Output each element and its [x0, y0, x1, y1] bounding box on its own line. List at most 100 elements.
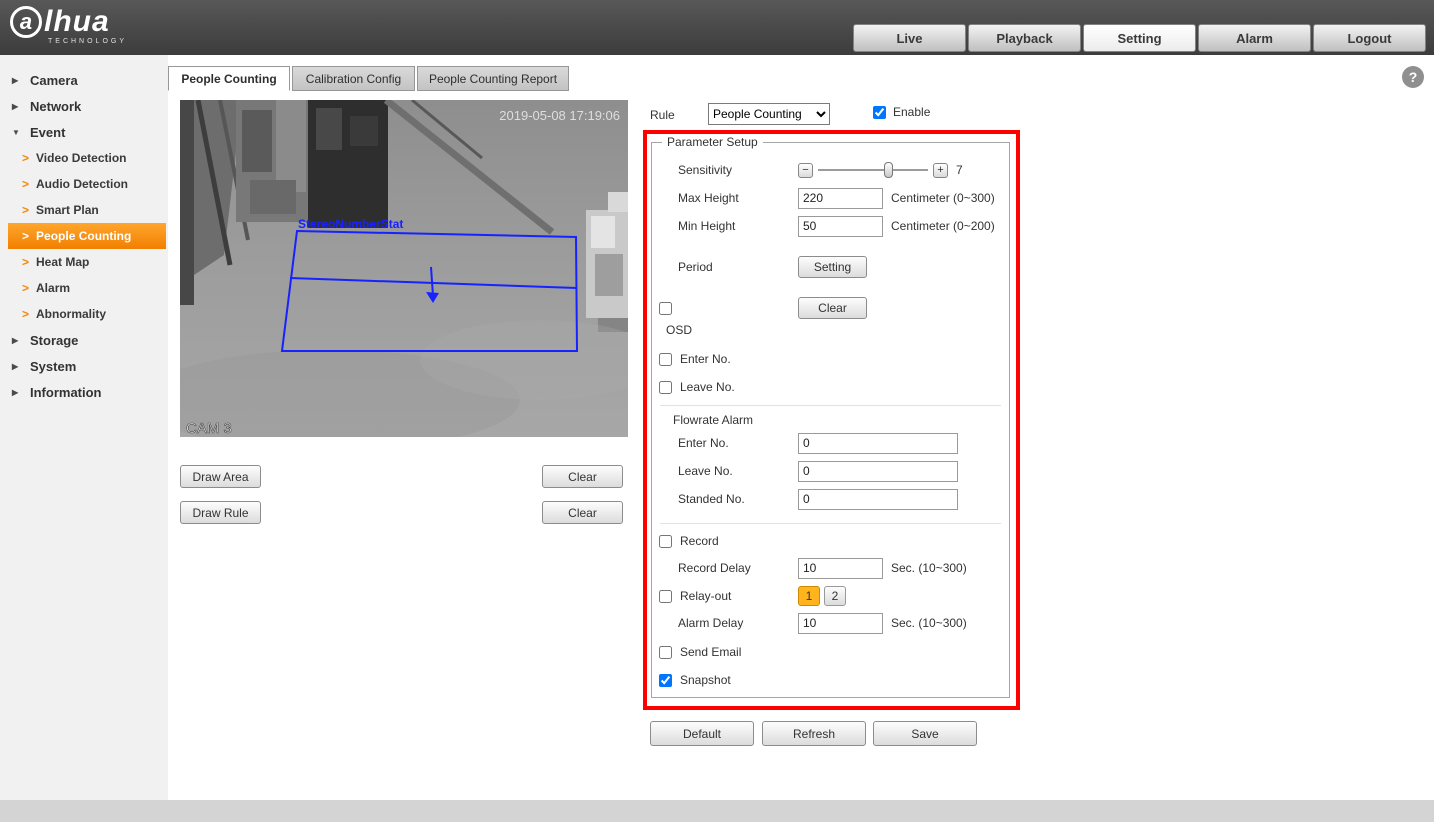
alarm-delay-input[interactable]	[798, 612, 883, 634]
chevron-right-icon: >	[22, 229, 30, 243]
leave-no-label: Leave No.	[680, 380, 735, 394]
osd-leave-no-row: Leave No.	[652, 373, 1009, 401]
sidebar-label: People Counting	[36, 229, 132, 243]
clear-rule-button[interactable]: Clear	[542, 501, 623, 524]
flow-leave-row: Leave No.	[652, 459, 1009, 483]
sidebar-item-camera[interactable]: ▶ Camera	[0, 67, 168, 93]
send-email-checkbox[interactable]	[659, 645, 672, 659]
osd-checkbox[interactable]	[659, 301, 672, 315]
alarm-delay-row: Alarm Delay Sec. (10~300)	[652, 609, 1009, 637]
video-timestamp: 2019-05-08 17:19:06	[499, 108, 620, 123]
arrow-down-icon: ▼	[12, 127, 20, 137]
flow-leave-input[interactable]	[798, 460, 958, 482]
draw-rule-button[interactable]: Draw Rule	[180, 501, 261, 524]
flow-standed-row: Standed No.	[652, 487, 1009, 511]
snapshot-checkbox[interactable]	[659, 673, 672, 687]
osd-label: OSD	[666, 323, 693, 337]
arrow-right-icon: ▶	[12, 75, 19, 85]
sensitivity-row: Sensitivity − + 7	[652, 156, 1009, 184]
flow-enter-input[interactable]	[798, 432, 958, 454]
slider-track[interactable]	[818, 162, 928, 178]
slider-plus-button[interactable]: +	[933, 162, 948, 178]
nav-logout-button[interactable]: Logout	[1313, 24, 1426, 52]
refresh-button[interactable]: Refresh	[762, 721, 866, 746]
save-button[interactable]: Save	[873, 721, 977, 746]
default-button[interactable]: Default	[650, 721, 754, 746]
sidebar-label: Alarm	[36, 281, 71, 295]
chevron-right-icon: >	[22, 255, 30, 269]
record-checkbox[interactable]	[659, 534, 672, 548]
relay-out-row: Relay-out 1 2	[652, 582, 1009, 610]
logo-subtext: TECHNOLOGY	[48, 38, 128, 45]
tab-people-counting-report[interactable]: People Counting Report	[417, 66, 569, 91]
chevron-right-icon: >	[22, 281, 30, 295]
top-header: a lhua TECHNOLOGY Live Playback Setting …	[0, 0, 1434, 55]
sidebar-label: Heat Map	[36, 255, 90, 269]
osd-label-row: OSD	[652, 319, 1009, 341]
tab-calibration-config[interactable]: Calibration Config	[292, 66, 415, 91]
osd-clear-button[interactable]: Clear	[798, 297, 867, 319]
enable-label: Enable	[893, 105, 931, 119]
live-video[interactable]: StereoNumberStat 2019-05-08 17:19:06 CAM…	[180, 100, 628, 437]
max-height-label: Max Height	[678, 191, 739, 205]
max-height-input[interactable]	[798, 187, 883, 209]
nav-alarm-button[interactable]: Alarm	[1198, 24, 1311, 52]
flow-standed-input[interactable]	[798, 488, 958, 510]
sidebar-label: System	[30, 358, 77, 374]
help-icon[interactable]: ?	[1402, 66, 1424, 88]
sensitivity-value: 7	[956, 163, 963, 177]
record-delay-input[interactable]	[798, 557, 883, 579]
sidebar-item-smart-plan[interactable]: > Smart Plan	[0, 197, 168, 223]
sidebar-item-event[interactable]: ▼ Event	[0, 119, 168, 145]
slider-minus-button[interactable]: −	[798, 162, 813, 178]
relay-2-button[interactable]: 2	[824, 586, 846, 606]
sidebar-item-heat-map[interactable]: > Heat Map	[0, 249, 168, 275]
sidebar-label: Smart Plan	[36, 203, 99, 217]
nav-live-button[interactable]: Live	[853, 24, 966, 52]
sidebar-item-network[interactable]: ▶ Network	[0, 93, 168, 119]
parameter-setup-fieldset: Parameter Setup Sensitivity − + 7 Max He…	[651, 135, 1010, 698]
main-content: People Counting Calibration Config Peopl…	[168, 55, 1434, 800]
sidebar-item-system[interactable]: ▶ System	[0, 353, 168, 379]
min-height-label: Min Height	[678, 219, 736, 233]
enter-no-checkbox[interactable]	[659, 352, 672, 366]
min-height-unit: Centimeter (0~200)	[891, 219, 995, 233]
sidebar-item-storage[interactable]: ▶ Storage	[0, 327, 168, 353]
min-height-input[interactable]	[798, 215, 883, 237]
enable-checkbox[interactable]	[873, 105, 886, 119]
sidebar-item-alarm[interactable]: > Alarm	[0, 275, 168, 301]
camera-name-label: CAM 3	[186, 420, 232, 437]
relay-out-checkbox[interactable]	[659, 589, 672, 603]
sidebar-item-people-counting[interactable]: > People Counting	[8, 223, 166, 249]
parameter-setup-legend: Parameter Setup	[662, 135, 763, 149]
arrow-right-icon: ▶	[12, 335, 19, 345]
sidebar-item-abnormality[interactable]: > Abnormality	[0, 301, 168, 327]
rule-select[interactable]: People Counting	[708, 103, 830, 125]
sidebar-label: Information	[30, 384, 102, 400]
alarm-delay-label: Alarm Delay	[678, 616, 744, 630]
sidebar-label: Network	[30, 98, 82, 114]
min-height-row: Min Height Centimeter (0~200)	[652, 212, 1009, 240]
clear-area-button[interactable]: Clear	[542, 465, 623, 488]
enter-no-label: Enter No.	[680, 352, 731, 366]
flow-standed-label: Standed No.	[678, 492, 745, 506]
sidebar-item-information[interactable]: ▶ Information	[0, 379, 168, 405]
leave-no-checkbox[interactable]	[659, 380, 672, 394]
sidebar-item-audio-detection[interactable]: > Audio Detection	[0, 171, 168, 197]
chevron-right-icon: >	[22, 203, 30, 217]
sidebar-item-video-detection[interactable]: > Video Detection	[0, 145, 168, 171]
period-setting-button[interactable]: Setting	[798, 256, 867, 278]
relay-1-button[interactable]: 1	[798, 586, 820, 606]
flow-enter-row: Enter No.	[652, 431, 1009, 455]
nav-playback-button[interactable]: Playback	[968, 24, 1081, 52]
arrow-right-icon: ▶	[12, 101, 19, 111]
nav-setting-button[interactable]: Setting	[1083, 24, 1196, 52]
tab-people-counting[interactable]: People Counting	[168, 66, 290, 91]
osd-enter-no-row: Enter No.	[652, 345, 1009, 373]
slider-handle[interactable]	[884, 162, 893, 178]
sidebar: ▶ Camera ▶ Network ▼ Event > Video Detec…	[0, 55, 168, 800]
record-delay-row: Record Delay Sec. (10~300)	[652, 554, 1009, 582]
draw-area-button[interactable]: Draw Area	[180, 465, 261, 488]
period-row: Period Setting	[652, 253, 1009, 281]
chevron-right-icon: >	[22, 177, 30, 191]
